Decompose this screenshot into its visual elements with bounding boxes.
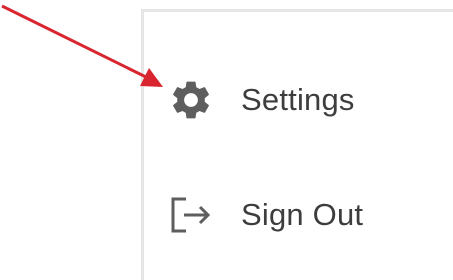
menu-item-sign-out[interactable]: Sign Out bbox=[144, 185, 453, 245]
sign-out-label: Sign Out bbox=[241, 197, 364, 232]
screenshot-stage: Settings Sign Out bbox=[0, 0, 453, 280]
menu-item-settings[interactable]: Settings bbox=[144, 70, 453, 130]
sign-out-icon bbox=[166, 190, 216, 240]
gear-icon bbox=[166, 75, 216, 125]
account-menu: Settings Sign Out bbox=[141, 9, 453, 280]
settings-label: Settings bbox=[241, 82, 355, 117]
